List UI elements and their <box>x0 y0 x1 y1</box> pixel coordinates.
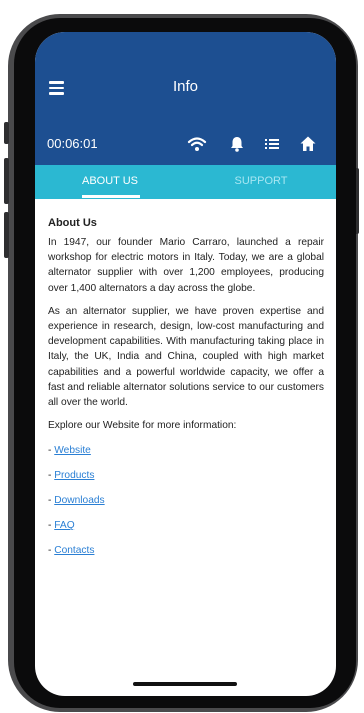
home-icon[interactable] <box>298 134 318 154</box>
home-indicator[interactable] <box>133 682 237 686</box>
side-button-mute <box>4 122 9 144</box>
about-content: About Us In 1947, our founder Mario Carr… <box>48 217 324 568</box>
faq-link[interactable]: FAQ <box>54 520 74 531</box>
link-item-website: - Website <box>48 445 91 457</box>
screen-title: Info <box>172 78 199 95</box>
title-row: Info <box>35 74 336 104</box>
paragraph-history: In 1947, our founder Mario Carraro, laun… <box>48 237 324 294</box>
bell-icon[interactable] <box>227 134 247 154</box>
downloads-link[interactable]: Downloads <box>54 495 104 506</box>
tab-bar: ABOUT US SUPPORT <box>35 165 336 199</box>
timer-text: 00:06:01 <box>47 136 98 151</box>
side-button-volume-up <box>4 158 9 204</box>
status-row: 00:06:01 <box>35 132 336 156</box>
app-header: Info 00:06:01 <box>35 32 336 165</box>
tab-about-us[interactable]: ABOUT US <box>35 165 185 199</box>
website-link[interactable]: Website <box>54 445 91 456</box>
tab-support[interactable]: SUPPORT <box>186 165 336 199</box>
link-item-faq: - FAQ <box>48 520 75 532</box>
products-link[interactable]: Products <box>54 470 94 481</box>
section-heading: About Us <box>48 217 97 229</box>
link-item-products: - Products <box>48 470 95 482</box>
screen: Info 00:06:01 ABOUT US SUPPORT About Us … <box>35 32 336 696</box>
contacts-link[interactable]: Contacts <box>54 545 94 556</box>
paragraph-expertise: As an alternator supplier, we have prove… <box>48 305 324 409</box>
list-icon[interactable] <box>262 134 282 154</box>
wifi-icon[interactable] <box>187 134 207 154</box>
side-button-volume-down <box>4 212 9 258</box>
explore-text: Explore our Website for more information… <box>48 420 237 432</box>
active-tab-indicator <box>82 195 140 198</box>
link-item-contacts: - Contacts <box>48 545 95 557</box>
link-item-downloads: - Downloads <box>48 495 105 507</box>
